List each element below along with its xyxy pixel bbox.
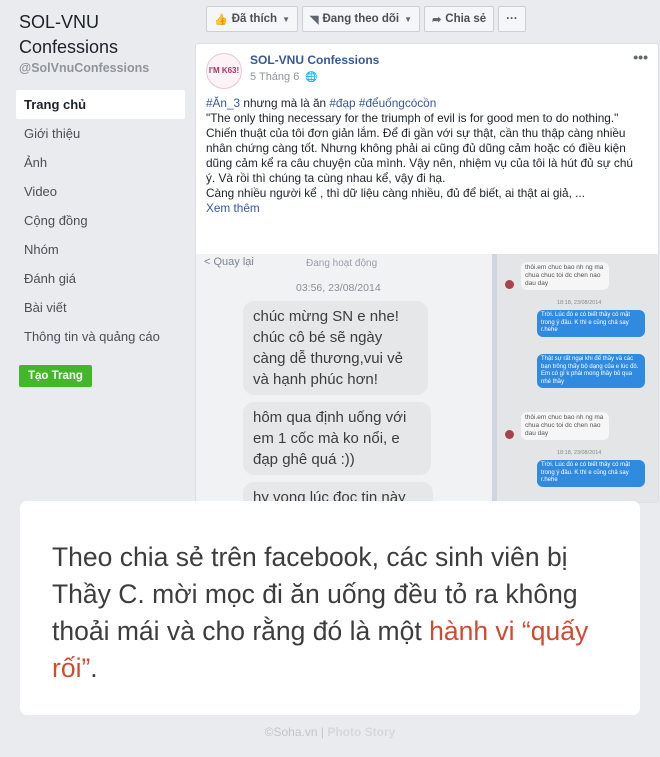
nav-item-home[interactable]: Trang chủ [16, 90, 185, 119]
liked-label: Đã thích [231, 13, 278, 25]
chat-timestamp: 03:56, 23/08/2014 [296, 282, 381, 294]
chat-message-outgoing: Trời. Lúc đó e có biết thầy có mặt trong… [537, 310, 645, 337]
see-more-link[interactable]: Xem thêm [206, 201, 642, 216]
post-paragraph-1: Chiến thuật của tôi đơn giản lắm. Để đi … [206, 126, 633, 185]
post-paragraph-2: Càng nhiều người kể , thì dữ liệu càng n… [206, 186, 585, 200]
post-image[interactable]: < Quay lại Đang hoạt động 03:56, 23/08/2… [196, 254, 658, 502]
chat-message-incoming: thôi.em chuc bao nh ng ma chua chuc toi … [521, 262, 609, 290]
chat-stamp: 18:18, 23/08/2014 [557, 300, 602, 306]
nav-item-community[interactable]: Cộng đồng [16, 206, 185, 235]
create-page-button[interactable]: Tạo Trang [19, 365, 92, 387]
nav-item-groups[interactable]: Nhóm [16, 235, 185, 264]
chat-message: hôm qua định uống với em 1 cốc mà ko nổi… [243, 402, 431, 475]
chat-screenshot-right: thôi.em chuc bao nh ng ma chua chuc toi … [497, 254, 658, 502]
caption-card: Theo chia sẻ trên facebook, các sinh viê… [20, 501, 640, 715]
chat-message-outgoing: Thật sự rất ngại khi để thầy và các bạn … [537, 354, 645, 388]
chat-stamp: 18:18, 23/08/2014 [557, 450, 602, 456]
page-avatar[interactable]: I'M K63! [206, 53, 242, 89]
post-hashtag-line: #Ăn_3 nhưng mà là ăn #đạp #đểuốngcócồn [206, 96, 642, 111]
globe-icon: 🌐 [305, 72, 318, 83]
caret-down-icon: ▼ [404, 14, 413, 24]
page-name[interactable]: SOL-VNU Confessions [19, 10, 189, 60]
hashtag-dap[interactable]: #đạp [329, 96, 355, 110]
nav-item-posts[interactable]: Bài viết [16, 293, 185, 322]
nav-item-videos[interactable]: Video [16, 177, 185, 206]
page-action-bar: 👍 Đã thích ▼ ◥ Đang theo dõi ▼ ➦ Chia sẻ… [206, 6, 526, 32]
screenshot: SOL-VNU Confessions @SolVnuConfessions T… [0, 0, 660, 757]
following-button[interactable]: ◥ Đang theo dõi ▼ [302, 6, 421, 32]
chat-message-outgoing: Trời. Lúc đó e có biết thầy có mặt trong… [537, 460, 645, 487]
caption-text: Theo chia sẻ trên facebook, các sinh viê… [52, 539, 616, 687]
nav-item-about[interactable]: Giới thiệu [16, 119, 185, 148]
nav-item-reviews[interactable]: Đánh giá [16, 264, 185, 293]
rss-icon: ◥ [310, 13, 319, 26]
chat-message: chúc mừng SN e nhe! chúc cô bé sẽ ngày c… [243, 301, 428, 395]
nav-item-photos[interactable]: Ảnh [16, 148, 185, 177]
credit-separator: | [317, 725, 328, 739]
more-dots-icon: ··· [506, 13, 518, 25]
post-text: #Ăn_3 nhưng mà là ăn #đạp #đểuốngcócồn "… [206, 96, 642, 216]
post-card: I'M K63! SOL-VNU Confessions 5 Tháng 6 🌐… [195, 43, 659, 503]
photo-credit: ©Soha.vn | Photo Story [0, 725, 660, 739]
thumbs-up-icon: 👍 [214, 13, 228, 26]
intro-text: nhưng mà là ăn [240, 96, 330, 110]
post-date-text: 5 Tháng 6 [250, 71, 300, 83]
avatar [505, 280, 514, 289]
hashtag-de-uong[interactable]: #đểuốngcócồn [359, 96, 436, 110]
chat-message: hy vọng lúc đọc tin này [243, 482, 433, 502]
caret-down-icon: ▼ [282, 14, 290, 24]
post-author[interactable]: SOL-VNU Confessions [250, 53, 379, 67]
avatar [505, 430, 514, 439]
chat-status: Đang hoạt động [306, 258, 378, 269]
share-label: Chia sẻ [445, 13, 487, 25]
page-handle[interactable]: @SolVnuConfessions [19, 61, 149, 75]
post-options-icon[interactable]: ••• [633, 49, 648, 65]
chat-message-incoming: thôi.em chuc bao nh ng ma chua chuc toi … [521, 412, 609, 440]
post-date[interactable]: 5 Tháng 6 🌐 [250, 71, 318, 83]
more-options-button[interactable]: ··· [498, 6, 526, 32]
chat-screenshot-left: < Quay lại Đang hoạt động 03:56, 23/08/2… [196, 254, 492, 502]
post-quote: "The only thing necessary for the triump… [206, 111, 619, 125]
hashtag-an3[interactable]: #Ăn_3 [206, 96, 240, 110]
share-arrow-icon: ➦ [432, 13, 442, 26]
nav-item-info-ads[interactable]: Thông tin và quảng cáo [16, 322, 185, 351]
caption-end: . [90, 653, 98, 683]
page-nav: Trang chủ Giới thiệu Ảnh Video Cộng đồng… [16, 90, 185, 351]
chat-back-label: < Quay lại [204, 256, 254, 268]
following-label: Đang theo dõi [322, 13, 400, 25]
credit-series: Photo Story [327, 725, 396, 739]
share-button[interactable]: ➦ Chia sẻ [424, 6, 495, 32]
credit-source: ©Soha.vn [264, 725, 318, 739]
liked-button[interactable]: 👍 Đã thích ▼ [206, 6, 298, 32]
